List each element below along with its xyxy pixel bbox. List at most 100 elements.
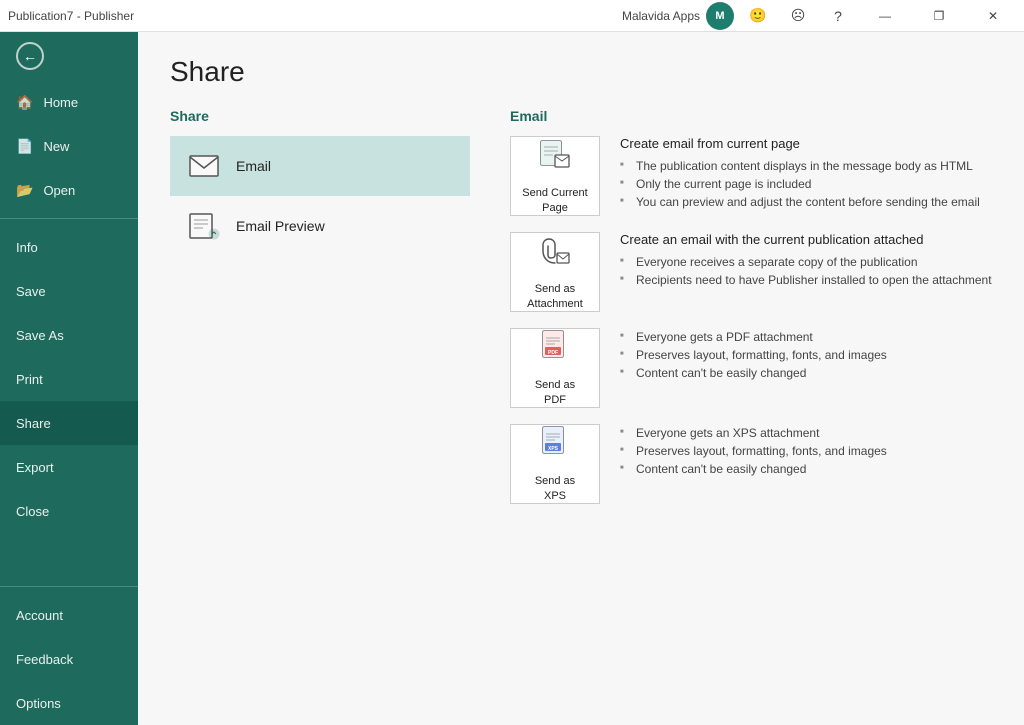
send-current-page-title: Create email from current page <box>620 136 992 151</box>
bullet-item: The publication content displays in the … <box>620 157 992 175</box>
send-current-page-card[interactable]: Send CurrentPage <box>510 136 600 216</box>
sidebar-item-open[interactable]: 📂 Open <box>0 168 138 212</box>
sidebar-item-share[interactable]: Share <box>0 401 138 445</box>
svg-text:PDF: PDF <box>548 350 558 356</box>
titlebar-center: Publication7 - Publisher <box>8 9 134 23</box>
send-as-pdf-icon: PDF <box>537 329 573 372</box>
avatar: M <box>706 2 734 30</box>
sidebar-divider-1 <box>0 218 138 219</box>
sidebar-item-export[interactable]: Export <box>0 445 138 489</box>
sidebar-divider-2 <box>0 586 138 587</box>
avatar-group: Malavida Apps M <box>622 2 734 30</box>
email-option-icon <box>186 148 222 184</box>
page-title: Share <box>170 56 992 88</box>
send-as-attachment-card[interactable]: Send asAttachment <box>510 232 600 312</box>
sidebar-export-label: Export <box>16 460 54 475</box>
email-option-row-send-current-page: Send CurrentPage Create email from curre… <box>510 136 992 216</box>
sidebar-info-label: Info <box>16 240 38 255</box>
bullet-item: Content can't be easily changed <box>620 460 992 478</box>
send-as-pdf-label: Send asPDF <box>535 378 575 407</box>
minimize-button[interactable]: — <box>862 0 908 32</box>
sidebar-item-save-as[interactable]: Save As <box>0 313 138 357</box>
send-as-attachment-title: Create an email with the current publica… <box>620 232 992 247</box>
email-option-row-attachment: Send asAttachment Create an email with t… <box>510 232 992 312</box>
app-name-label: Malavida Apps <box>622 9 700 23</box>
send-current-page-bullets: The publication content displays in the … <box>620 157 992 211</box>
share-left-panel: Share Email <box>170 108 470 520</box>
email-section-title: Email <box>510 108 992 124</box>
send-as-attachment-bullets: Everyone receives a separate copy of the… <box>620 253 992 289</box>
share-layout: Share Email <box>170 108 992 520</box>
restore-button[interactable]: ❐ <box>916 0 962 32</box>
sidebar-save-as-label: Save As <box>16 328 64 343</box>
share-option-email[interactable]: Email <box>170 136 470 196</box>
back-icon: ← <box>16 42 44 70</box>
help-icon[interactable]: ? <box>822 2 854 30</box>
send-as-xps-card[interactable]: XPS Send asXPS <box>510 424 600 504</box>
share-option-email-preview[interactable]: Email Preview <box>170 196 470 256</box>
send-as-xps-icon: XPS <box>537 425 573 468</box>
bullet-item: Preserves layout, formatting, fonts, and… <box>620 442 992 460</box>
email-preview-option-icon <box>186 208 222 244</box>
email-option-label: Email <box>236 158 271 174</box>
sidebar-close-label: Close <box>16 504 49 519</box>
sidebar-account-label: Account <box>16 608 63 623</box>
bullet-item: Recipients need to have Publisher instal… <box>620 271 992 289</box>
smiley-icon[interactable]: 🙂 <box>742 2 774 30</box>
sidebar: ← 🏠 Home 📄 New 📂 Open Info Save Save As … <box>0 32 138 725</box>
sidebar-item-home[interactable]: 🏠 Home <box>0 80 138 124</box>
close-button[interactable]: ✕ <box>970 0 1016 32</box>
send-current-page-desc: Create email from current page The publi… <box>620 136 992 211</box>
sidebar-share-label: Share <box>16 416 51 431</box>
sidebar-item-options[interactable]: Options <box>0 681 138 725</box>
main-content: Share Share Email <box>138 32 1024 725</box>
sidebar-save-label: Save <box>16 284 46 299</box>
share-section-title: Share <box>170 108 470 124</box>
sidebar-item-account[interactable]: Account <box>0 593 138 637</box>
email-preview-option-label: Email Preview <box>236 218 325 234</box>
send-current-page-label: Send CurrentPage <box>522 186 587 215</box>
titlebar: Publication7 - Publisher Malavida Apps M… <box>0 0 1024 32</box>
sidebar-print-label: Print <box>16 372 43 387</box>
bullet-item: Preserves layout, formatting, fonts, and… <box>620 346 992 364</box>
bullet-item: Everyone gets an XPS attachment <box>620 424 992 442</box>
bullet-item: You can preview and adjust the content b… <box>620 193 992 211</box>
sidebar-home-label: Home <box>43 95 78 110</box>
sidebar-open-label: Open <box>43 183 75 198</box>
send-as-attachment-desc: Create an email with the current publica… <box>620 232 992 289</box>
svg-text:XPS: XPS <box>548 446 559 452</box>
sidebar-new-label: New <box>43 139 69 154</box>
bullet-item: Content can't be easily changed <box>620 364 992 382</box>
send-as-xps-label: Send asXPS <box>535 474 575 503</box>
email-option-row-xps: XPS Send asXPS Everyone gets an XPS atta… <box>510 424 992 504</box>
sidebar-item-feedback[interactable]: Feedback <box>0 637 138 681</box>
send-as-pdf-bullets: Everyone gets a PDF attachment Preserves… <box>620 328 992 382</box>
frown-icon[interactable]: ☹ <box>782 2 814 30</box>
home-icon: 🏠 <box>16 94 33 111</box>
sidebar-item-close[interactable]: Close <box>0 489 138 533</box>
new-icon: 📄 <box>16 138 33 155</box>
send-as-pdf-card[interactable]: PDF Send asPDF <box>510 328 600 408</box>
email-right-panel: Email <box>510 108 992 520</box>
sidebar-item-print[interactable]: Print <box>0 357 138 401</box>
sidebar-feedback-label: Feedback <box>16 652 73 667</box>
sidebar-item-new[interactable]: 📄 New <box>0 124 138 168</box>
bullet-item: Everyone gets a PDF attachment <box>620 328 992 346</box>
send-as-attachment-icon <box>537 233 573 276</box>
sidebar-options-label: Options <box>16 696 61 711</box>
send-as-pdf-desc: Everyone gets a PDF attachment Preserves… <box>620 328 992 382</box>
send-as-attachment-label: Send asAttachment <box>527 282 583 311</box>
send-as-xps-bullets: Everyone gets an XPS attachment Preserve… <box>620 424 992 478</box>
bullet-item: Only the current page is included <box>620 175 992 193</box>
sidebar-bottom: Account Feedback Options <box>0 580 138 725</box>
sidebar-back-button[interactable]: ← <box>0 32 138 80</box>
app-title: Publication7 - Publisher <box>8 9 134 23</box>
sidebar-item-info[interactable]: Info <box>0 225 138 269</box>
bullet-item: Everyone receives a separate copy of the… <box>620 253 992 271</box>
open-icon: 📂 <box>16 182 33 199</box>
send-as-xps-desc: Everyone gets an XPS attachment Preserve… <box>620 424 992 478</box>
app-body: ← 🏠 Home 📄 New 📂 Open Info Save Save As … <box>0 32 1024 725</box>
sidebar-item-save[interactable]: Save <box>0 269 138 313</box>
email-option-row-pdf: PDF Send asPDF Everyone gets a PDF attac… <box>510 328 992 408</box>
send-current-page-icon <box>537 137 573 180</box>
